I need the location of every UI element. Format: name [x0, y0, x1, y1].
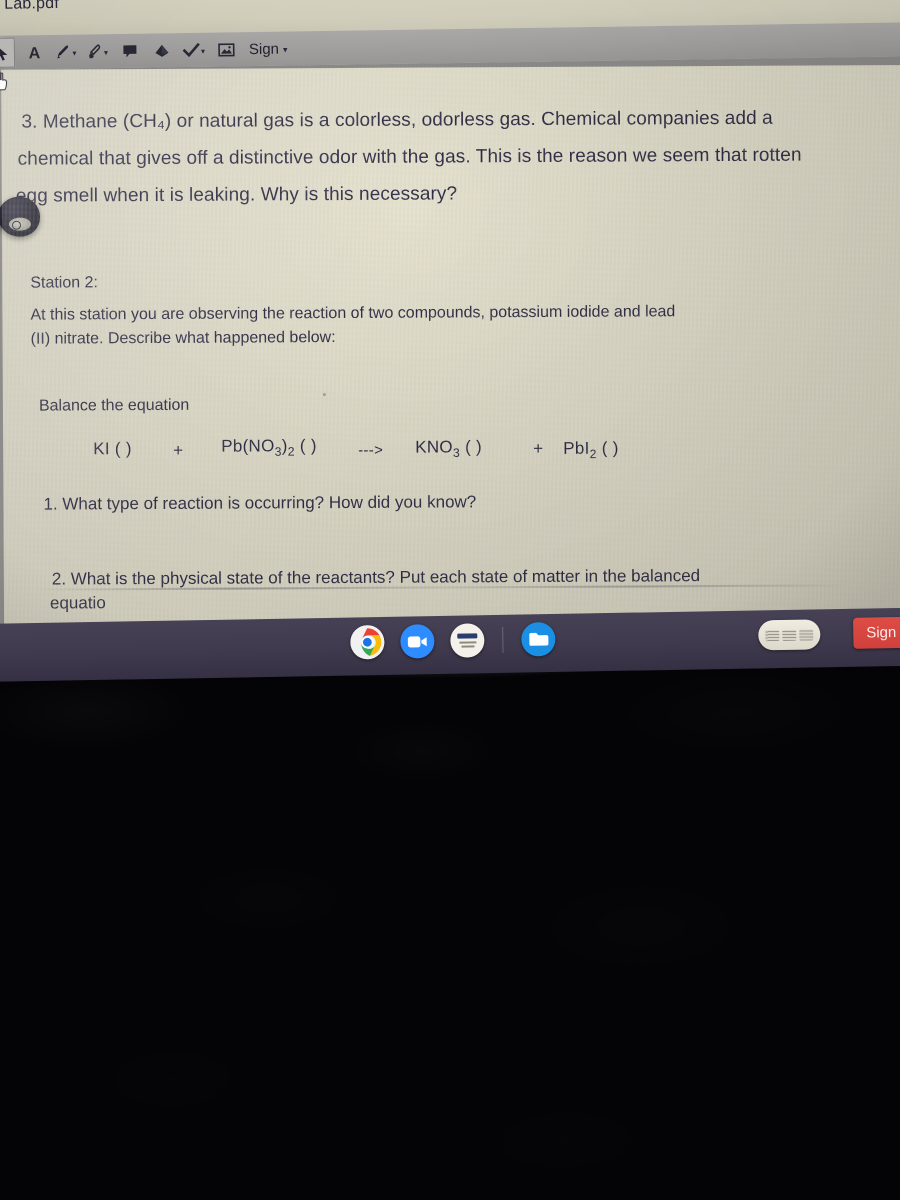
chrome-icon [350, 625, 385, 660]
highlighter-dropdown-caret-icon[interactable]: ▾ [104, 48, 108, 57]
pdf-viewer-canvas[interactable]: 3. Methane (CH₄) or natural gas is a col… [0, 56, 900, 640]
select-tool-button[interactable] [0, 37, 16, 68]
equation-product-1: KNO3 ( ) [415, 437, 482, 460]
sign-out-button[interactable]: Sign out [852, 616, 900, 649]
equation-product2-sub: 2 [589, 447, 597, 462]
equation-reactant-1: KI ( ) [93, 439, 132, 459]
station-body-line1: At this station you are observing the re… [30, 303, 676, 324]
check-tool-button[interactable]: ▾ [181, 35, 207, 65]
text-tool-button[interactable]: A [21, 37, 47, 67]
question3-line1: 3. Methane (CH₄) or natural gas is a col… [21, 107, 773, 133]
shelf-app-launcher-row [350, 621, 556, 660]
highlighter-tool-button[interactable]: ▾ [85, 36, 111, 66]
video-camera-icon [407, 635, 427, 647]
check-dropdown-caret-icon[interactable]: ▾ [201, 46, 205, 55]
question1-text: 1. What type of reaction is occurring? H… [43, 492, 477, 514]
unlit-screen-area [0, 652, 900, 1200]
equation-product1-post: ( ) [459, 437, 483, 457]
tray-indicator-2 [782, 629, 797, 641]
highlighter-icon [89, 43, 101, 58]
question3-line3: egg smell when it is leaking. Why is thi… [15, 183, 458, 207]
comment-bubble-icon [123, 44, 137, 57]
chrome-app-icon[interactable] [350, 624, 385, 660]
dark-reflection-noise [0, 652, 900, 1200]
equation-product-2: PbI2 ( ) [563, 439, 619, 462]
cursor-arrow-icon [0, 45, 7, 61]
zoom-app-icon[interactable] [400, 624, 435, 659]
notes-app-icon[interactable] [450, 623, 485, 658]
tray-indicator-1 [765, 629, 780, 641]
comment-tool-button[interactable] [117, 36, 143, 66]
equation-reactant-2: Pb(NO3)2 ( ) [221, 436, 317, 459]
equation-product1-sub: 3 [452, 445, 461, 460]
page-artifact-dot [322, 393, 326, 397]
letter-a-icon: A [28, 45, 40, 60]
shelf-separator [502, 626, 504, 653]
notes-icon-line1 [458, 641, 476, 644]
equation-reactant2-sub1: 3 [274, 444, 282, 459]
document-title: ns Lab.pdf [0, 0, 60, 13]
equation-product2-pre: PbI [563, 438, 590, 458]
question3-line2: chemical that gives off a distinctive od… [17, 144, 802, 170]
files-app-icon[interactable] [521, 621, 556, 657]
equation-arrow: ---> [358, 441, 384, 459]
eraser-icon [155, 44, 169, 57]
notes-icon-line2 [460, 645, 474, 648]
equation-reactant2-post: ( ) [294, 436, 317, 456]
photo-of-chromebook-screen: ns Lab.pdf Upgr A [0, 0, 900, 1200]
equation-product1-pre: KNO [415, 437, 453, 457]
system-status-tray[interactable] [758, 619, 821, 651]
mouse-cursor-hand-icon [0, 71, 8, 91]
equation-product2-post: ( ) [596, 438, 619, 458]
sign-menu-label: Sign [248, 40, 280, 58]
question2-clipped-word: equatio [49, 593, 106, 613]
sign-dropdown-caret-icon: ▾ [282, 44, 288, 55]
station-heading: Station 2: [30, 274, 98, 292]
balance-label: Balance the equation [38, 396, 190, 415]
pen-icon [57, 44, 69, 59]
checkmark-icon [182, 42, 200, 57]
image-tool-button[interactable] [213, 34, 239, 64]
station-body-line2: (II) nitrate. Describe what happened bel… [30, 329, 336, 348]
svg-text:A: A [28, 45, 40, 60]
pen-tool-button[interactable]: ▾ [53, 37, 79, 67]
equation-reactant2-pre: Pb(NO [221, 436, 275, 456]
chromebook-screen: ns Lab.pdf Upgr A [0, 0, 900, 640]
pdf-page[interactable]: 3. Methane (CH₄) or natural gas is a col… [0, 64, 900, 640]
lens-obstruction-blob [0, 196, 41, 237]
blob-highlight [8, 217, 32, 231]
eraser-tool-button[interactable] [149, 35, 175, 65]
sign-menu-button[interactable]: Sign ▾ [248, 40, 288, 58]
equation-plus-1: + [173, 440, 184, 460]
pen-dropdown-caret-icon[interactable]: ▾ [72, 48, 76, 57]
equation-plus-2: + [533, 438, 544, 459]
image-icon [217, 42, 235, 57]
notes-icon-bar [457, 633, 478, 639]
folder-icon [528, 632, 548, 646]
tray-indicator-3 [799, 628, 814, 641]
equation-reactant2-sub2: 2 [287, 444, 295, 459]
